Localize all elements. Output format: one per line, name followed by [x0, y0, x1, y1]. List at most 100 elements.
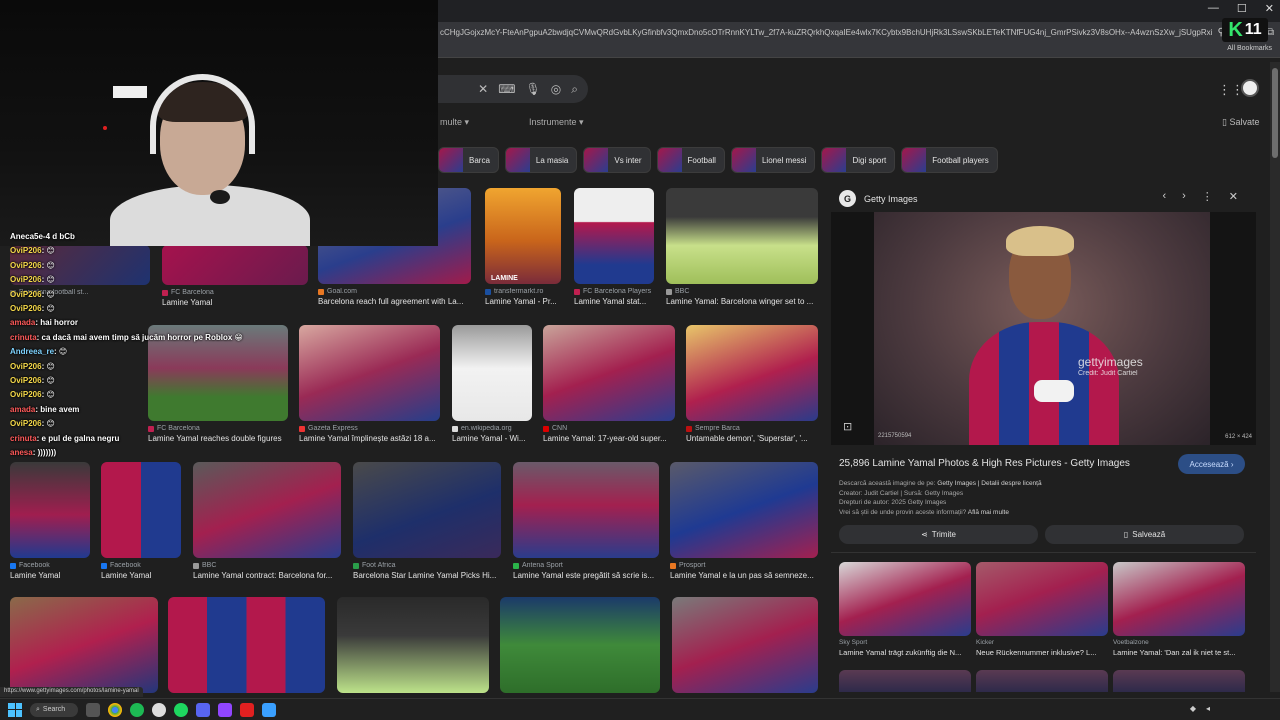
- result-card[interactable]: [500, 597, 660, 693]
- headset: [150, 74, 255, 154]
- address-bar[interactable]: cCHgJGojxzMcY-FteAnPgpuA2bwdjqCVMwQRdGvb…: [438, 22, 1280, 42]
- result-card[interactable]: [337, 597, 489, 693]
- result-image[interactable]: [353, 462, 501, 558]
- result-image[interactable]: [101, 462, 181, 558]
- save-button[interactable]: ▯ Salvează: [1045, 525, 1244, 544]
- close-icon[interactable]: ✕: [1229, 190, 1238, 203]
- learn-more-link[interactable]: Află mai multe: [968, 509, 1009, 516]
- result-image[interactable]: [513, 462, 659, 558]
- result-image[interactable]: [10, 462, 90, 558]
- lens-icon[interactable]: ◎: [551, 82, 561, 96]
- panel-source[interactable]: Getty Images: [864, 194, 918, 204]
- result-card[interactable]: [672, 597, 818, 693]
- keyboard-icon[interactable]: ⌨: [498, 82, 515, 96]
- related-image[interactable]: [1113, 562, 1245, 636]
- app-red-icon[interactable]: [240, 702, 254, 717]
- app-blue-icon[interactable]: [262, 702, 276, 717]
- search-icon[interactable]: ⌕: [571, 82, 578, 97]
- related-card[interactable]: Voetbalzone Lamine Yamal: 'Dan zal ik nie…: [1113, 562, 1245, 657]
- maximize-icon[interactable]: ☐: [1237, 2, 1247, 15]
- result-image[interactable]: [299, 325, 440, 421]
- result-image[interactable]: LAMINE: [485, 188, 561, 284]
- license-link[interactable]: | Detalii despre licență: [978, 480, 1042, 487]
- result-card[interactable]: Facebook Lamine Yamal: [101, 462, 181, 580]
- result-card[interactable]: CNN Lamine Yamal: 17-year-old super...: [543, 325, 675, 443]
- result-card[interactable]: Sempre Barca Untamable demon', 'Superstar…: [686, 325, 818, 443]
- result-image[interactable]: [543, 325, 675, 421]
- result-image[interactable]: [452, 325, 532, 421]
- chevron-right-icon[interactable]: ›: [1182, 190, 1186, 203]
- mic-icon[interactable]: 🎙: [526, 82, 541, 96]
- chip-digi-sport[interactable]: Digi sport: [821, 147, 896, 173]
- related-card-partial[interactable]: [1113, 670, 1245, 692]
- chip-la-masia[interactable]: La masia: [504, 147, 578, 173]
- result-card[interactable]: Gazeta Express Lamine Yamal împlinește as…: [299, 325, 440, 443]
- result-image[interactable]: [666, 188, 818, 284]
- result-image[interactable]: [670, 462, 818, 558]
- saved-link[interactable]: ▯ Salvate: [1222, 117, 1259, 128]
- tools-button[interactable]: Instrumente ▾: [529, 117, 584, 128]
- result-card[interactable]: FC Barcelona Players Lamine Yamal stat...: [574, 188, 654, 306]
- stream-logo: K 11: [1222, 18, 1268, 42]
- app-purple-icon[interactable]: [218, 702, 232, 717]
- avatar[interactable]: [1241, 79, 1259, 97]
- result-card[interactable]: [10, 597, 158, 693]
- search-box[interactable]: ✕ ⌨ 🎙 ◎ ⌕: [438, 75, 588, 103]
- scrollbar-thumb[interactable]: [1272, 68, 1278, 158]
- related-image[interactable]: [839, 562, 971, 636]
- chip-football[interactable]: Football: [656, 147, 725, 173]
- chip-football-players[interactable]: Football players: [901, 147, 998, 173]
- more-vert-icon[interactable]: ⋮: [1202, 190, 1213, 203]
- taskbar-search[interactable]: ⌕ Search: [30, 702, 78, 717]
- clear-icon[interactable]: ✕: [478, 82, 488, 96]
- url-text[interactable]: cCHgJGojxzMcY-FteAnPgpuA2bwdjqCVMwQRdGvb…: [438, 28, 1212, 37]
- share-icon: ⋖: [921, 530, 928, 539]
- lens-search-icon[interactable]: ⊡: [843, 420, 852, 433]
- result-card[interactable]: Antena Sport Lamine Yamal este pregătit s…: [513, 462, 659, 580]
- result-card[interactable]: [168, 597, 325, 693]
- result-image[interactable]: [672, 597, 818, 693]
- related-image[interactable]: [976, 562, 1108, 636]
- result-image[interactable]: [10, 597, 158, 693]
- chip-barca[interactable]: Barca: [438, 147, 499, 173]
- chevron-left-icon[interactable]: ‹: [1162, 190, 1166, 203]
- app-green-icon[interactable]: [130, 702, 144, 717]
- spotify-icon[interactable]: [174, 702, 188, 717]
- related-card-partial[interactable]: [976, 670, 1108, 692]
- panel-title[interactable]: 25,896 Lamine Yamal Photos & High Res Pi…: [839, 458, 1130, 469]
- result-card[interactable]: en.wikipedia.org Lamine Yamal - Wi...: [452, 325, 532, 443]
- discord-icon[interactable]: [196, 702, 210, 717]
- page-scrollbar[interactable]: [1270, 62, 1280, 692]
- related-card-partial[interactable]: [839, 670, 971, 692]
- chrome-icon[interactable]: [108, 702, 122, 717]
- chip-lionel-messi[interactable]: Lionel messi: [730, 147, 816, 173]
- result-image[interactable]: [193, 462, 341, 558]
- result-image[interactable]: [500, 597, 660, 693]
- result-card[interactable]: LAMINE transfermarkt.ro Lamine Yamal - Pr.…: [485, 188, 561, 306]
- taskview-icon[interactable]: [86, 702, 100, 717]
- preview-image[interactable]: [874, 212, 1210, 445]
- result-image[interactable]: [337, 597, 489, 693]
- minimize-icon[interactable]: —: [1208, 2, 1219, 15]
- share-button[interactable]: ⋖ Trimite: [839, 525, 1038, 544]
- result-image[interactable]: [574, 188, 654, 284]
- related-card[interactable]: Kicker Neue Rückennummer inklusive? L...: [976, 562, 1108, 657]
- result-card[interactable]: BBC Lamine Yamal contract: Barcelona for.…: [193, 462, 341, 580]
- volume-icon[interactable]: ◂: [1206, 704, 1210, 713]
- app-obs-icon[interactable]: [152, 702, 166, 717]
- result-card[interactable]: Foot Africa Barcelona Star Lamine Yamal P…: [353, 462, 501, 580]
- result-card[interactable]: BBC Lamine Yamal: Barcelona winger set to…: [666, 188, 818, 306]
- windows-start-icon[interactable]: [8, 702, 22, 717]
- image-size: 612 × 424: [1225, 434, 1252, 440]
- result-card[interactable]: Facebook Lamine Yamal: [10, 462, 90, 580]
- close-window-icon[interactable]: ✕: [1265, 2, 1274, 15]
- all-bookmarks[interactable]: All Bookmarks: [1227, 45, 1272, 52]
- result-image[interactable]: [168, 597, 325, 693]
- result-card[interactable]: Prosport Lamine Yamal e la un pas să semn…: [670, 462, 818, 580]
- related-card[interactable]: Sky Sport Lamine Yamal trägt zukünftig di…: [839, 562, 971, 657]
- network-icon[interactable]: ◆: [1190, 704, 1196, 713]
- chip-vs-inter[interactable]: Vs inter: [583, 147, 651, 173]
- more-filter[interactable]: multe ▾: [440, 117, 469, 128]
- result-image[interactable]: [686, 325, 818, 421]
- visit-button[interactable]: Accesează ›: [1178, 454, 1245, 474]
